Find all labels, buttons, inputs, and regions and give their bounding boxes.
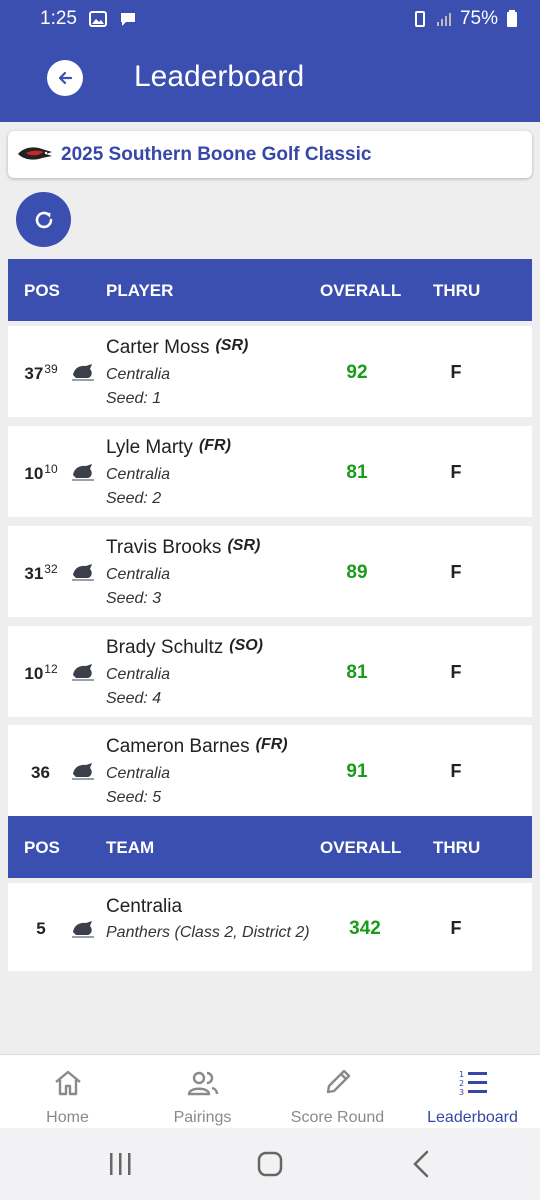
system-nav-bar <box>0 1128 540 1200</box>
panther-logo-icon <box>72 464 94 481</box>
eagle-logo-icon <box>18 147 52 160</box>
player-thru: F <box>450 662 462 682</box>
header-overall: OVERALL <box>320 838 402 857</box>
svg-text:2: 2 <box>459 1079 464 1088</box>
header-thru: THRU <box>433 281 481 300</box>
player-overall: 81 <box>346 662 368 683</box>
event-card[interactable]: 2025 Southern Boone Golf Classic <box>8 131 532 178</box>
battery-percent: 75% <box>459 8 498 29</box>
status-time: 1:25 <box>40 8 77 29</box>
vibrate-icon <box>414 11 425 27</box>
player-seed: Seed: 1 <box>106 390 162 407</box>
player-row[interactable]: 36 Cameron Barnes (FR) Centralia Seed: 5 … <box>8 725 532 816</box>
player-pos: 3739 <box>24 362 58 383</box>
app-bar: Leaderboard <box>0 38 540 122</box>
team-description: Panthers (Class 2, District 2) <box>106 924 310 941</box>
team-table-header: POS TEAM OVERALL THRU <box>8 816 532 878</box>
player-overall: 89 <box>346 562 368 583</box>
player-team: Centralia <box>106 666 171 683</box>
player-pos: 1010 <box>24 462 58 483</box>
header-thru: THRU <box>433 838 481 857</box>
player-overall: 92 <box>346 362 368 383</box>
team-thru: F <box>450 918 462 938</box>
panther-logo-icon <box>72 364 94 381</box>
player-seed: Seed: 4 <box>106 690 162 707</box>
leaderboard-icon: 123 <box>459 1070 487 1097</box>
player-name: Carter Moss (SR) <box>106 337 249 358</box>
nav-pairings-label: Pairings <box>173 1109 232 1126</box>
nav-home[interactable]: Home <box>0 1055 135 1129</box>
player-team: Centralia <box>106 566 171 583</box>
player-pos: 1012 <box>24 662 58 683</box>
bottom-nav: Home Pairings Score Round 123 Leaderboar… <box>0 1054 540 1128</box>
player-row[interactable]: 1012 Brady Schultz (SO) Centralia Seed: 4… <box>8 626 532 717</box>
nav-leaderboard[interactable]: 123 Leaderboard <box>405 1055 540 1129</box>
refresh-icon <box>35 211 52 228</box>
back-chevron-icon[interactable] <box>402 1148 442 1180</box>
player-thru: F <box>450 462 462 482</box>
team-name: Centralia <box>106 896 183 917</box>
panther-logo-icon <box>72 564 94 581</box>
home-circle-icon[interactable] <box>250 1148 290 1180</box>
nav-score-round[interactable]: Score Round <box>270 1055 405 1129</box>
player-team: Centralia <box>106 765 171 782</box>
signal-icon <box>436 13 451 26</box>
refresh-button[interactable] <box>16 192 71 247</box>
nav-score-round-label: Score Round <box>290 1109 385 1126</box>
battery-icon <box>507 10 517 27</box>
recent-apps-icon[interactable] <box>100 1148 140 1180</box>
player-table-header: POS PLAYER OVERALL THRU <box>8 259 532 321</box>
player-name: Lyle Marty (FR) <box>106 437 231 458</box>
team-pos: 5 <box>36 919 46 938</box>
people-icon <box>187 1071 218 1096</box>
player-pos: 36 <box>31 763 50 782</box>
team-row[interactable]: 5 Centralia Panthers (Class 2, District … <box>8 883 532 971</box>
arrow-left-icon <box>58 71 73 85</box>
player-overall: 91 <box>346 761 368 782</box>
back-button[interactable] <box>47 60 83 96</box>
panther-logo-icon <box>72 664 94 681</box>
svg-text:1: 1 <box>459 1070 464 1079</box>
header-overall: OVERALL <box>320 281 402 300</box>
header-pos: POS <box>24 281 60 300</box>
team-overall: 342 <box>349 918 381 939</box>
chat-icon <box>120 13 135 26</box>
home-icon <box>54 1070 81 1096</box>
player-team: Centralia <box>106 366 171 383</box>
header-player: PLAYER <box>106 281 174 300</box>
svg-text:3: 3 <box>459 1088 464 1097</box>
pencil-icon <box>326 1069 350 1094</box>
panther-logo-icon <box>72 921 94 938</box>
player-pos: 3132 <box>24 562 58 583</box>
header-team: TEAM <box>106 838 155 857</box>
panther-logo-icon <box>72 763 94 780</box>
header-pos: POS <box>24 838 60 857</box>
player-thru: F <box>450 761 462 781</box>
page-title: Leaderboard <box>134 60 305 93</box>
event-name: 2025 Southern Boone Golf Classic <box>61 144 372 165</box>
player-overall: 81 <box>346 462 368 483</box>
player-team: Centralia <box>106 466 171 483</box>
nav-home-label: Home <box>46 1109 89 1126</box>
nav-pairings[interactable]: Pairings <box>135 1055 270 1129</box>
player-row[interactable]: 1010 Lyle Marty (FR) Centralia Seed: 2 81… <box>8 426 532 517</box>
player-row[interactable]: 3132 Travis Brooks (SR) Centralia Seed: 3… <box>8 526 532 617</box>
player-seed: Seed: 2 <box>106 490 162 507</box>
player-name: Brady Schultz (SO) <box>106 637 264 658</box>
nav-leaderboard-label: Leaderboard <box>427 1109 518 1126</box>
player-row[interactable]: 3739 Carter Moss (SR) Centralia Seed: 1 9… <box>8 326 532 417</box>
player-name: Travis Brooks (SR) <box>106 537 261 558</box>
player-seed: Seed: 3 <box>106 590 162 607</box>
player-name: Cameron Barnes (FR) <box>106 736 288 757</box>
player-thru: F <box>450 362 462 382</box>
player-seed: Seed: 5 <box>106 789 162 806</box>
gallery-icon <box>88 11 107 27</box>
player-thru: F <box>450 562 462 582</box>
status-bar: 1:25 75% <box>0 0 540 38</box>
